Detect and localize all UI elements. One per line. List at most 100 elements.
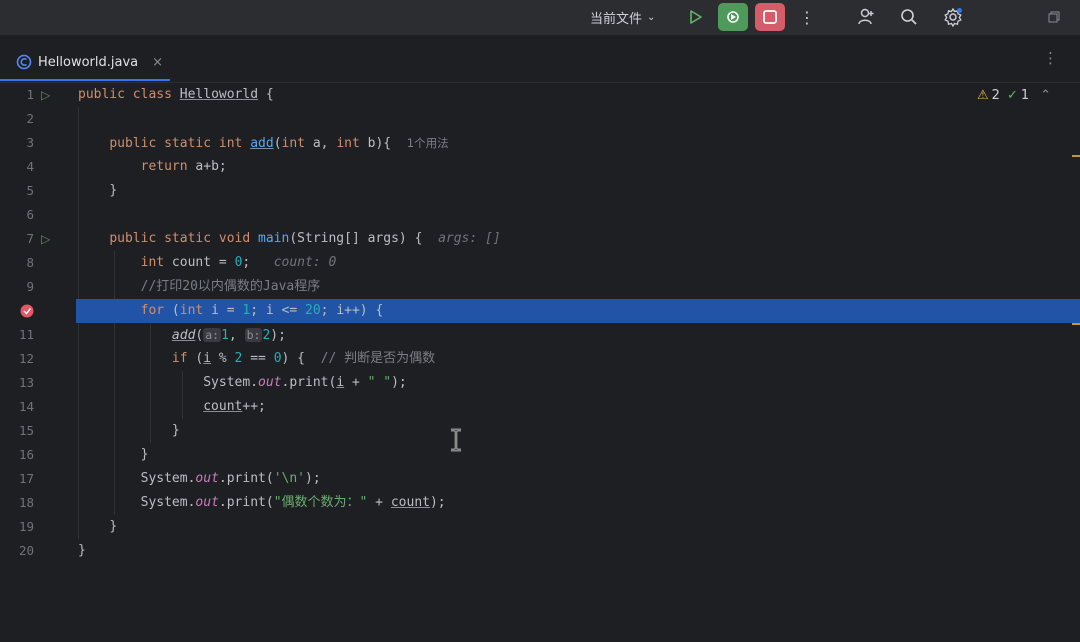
debug-icon [727, 11, 739, 23]
usages-hint[interactable]: 1个用法 [407, 136, 449, 150]
line-number: 12 [18, 351, 34, 366]
settings-icon [944, 7, 962, 27]
tabs-menu-icon[interactable]: ⋮ [1043, 49, 1058, 67]
code-token: i [336, 375, 345, 390]
code-token: ) { [281, 351, 305, 366]
code-token: public [78, 87, 125, 102]
code-line: 8 int count = 0; count: 0 [0, 251, 1080, 275]
code-token: System. [140, 471, 196, 486]
code-line: 1 ▷ public class Helloworld { [0, 83, 1080, 107]
code-line: 3 public static int add(int a, int b){ 1… [0, 131, 1080, 155]
code-token: int [179, 303, 204, 318]
code-token: System. [140, 495, 196, 510]
code-token: return [140, 159, 188, 174]
line-number: 9 [26, 279, 34, 294]
parameter-hint: a: [203, 328, 222, 342]
line-number: 16 [18, 447, 34, 462]
close-icon[interactable]: × [152, 55, 163, 70]
code-token: } [140, 447, 149, 462]
code-token: count [203, 399, 243, 414]
code-line: 10 for (int i = 1; i <= 20; i++) { [0, 299, 1080, 323]
code-line: 7 ▷ public static void main(String[] arg… [0, 227, 1080, 251]
code-token: int [140, 255, 165, 270]
code-token: count = [164, 255, 235, 270]
code-comment: //打印20以内偶数的Java程序 [140, 279, 321, 294]
run-config-selector[interactable]: 当前文件 ⌄ [590, 3, 668, 31]
code-token: class [132, 87, 172, 102]
line-number: 15 [18, 423, 34, 438]
code-token: == [242, 351, 274, 366]
code-token: ++; [242, 399, 266, 414]
breakpoint-icon[interactable] [19, 299, 35, 323]
code-token: " " [367, 375, 392, 390]
code-token: out [195, 495, 219, 510]
line-number: 6 [26, 207, 34, 222]
code-token: 20 [305, 303, 321, 318]
code-token: public static int [109, 136, 251, 151]
code-line: 19 } [0, 515, 1080, 539]
run-gutter-icon[interactable]: ▷ [41, 83, 50, 107]
code-token: } [109, 519, 118, 534]
code-line: 2 [0, 107, 1080, 131]
add-user-icon [858, 8, 874, 25]
chevron-down-icon: ⌄ [647, 11, 656, 23]
settings-button[interactable] [939, 3, 967, 31]
code-line: 13 System.out.print(i + " "); [0, 371, 1080, 395]
code-with-me-button[interactable] [852, 3, 880, 31]
code-token: b){ [359, 136, 392, 151]
line-number: 1 [26, 87, 34, 102]
line-number: 11 [18, 327, 34, 342]
search-icon [901, 9, 917, 25]
code-token: ); [305, 471, 321, 486]
code-token: ; [242, 255, 251, 270]
code-token: + [367, 495, 391, 510]
code-token: out [195, 471, 219, 486]
line-number: 3 [26, 135, 34, 150]
code-token: main [258, 231, 290, 246]
code-editor[interactable]: 1 ▷ public class Helloworld { 2 3 public… [0, 83, 1080, 642]
code-token: if [171, 351, 188, 366]
code-token: } [78, 543, 86, 558]
code-token: { [258, 87, 274, 102]
code-token: .print( [218, 495, 274, 510]
active-tab-indicator [0, 79, 170, 81]
stop-button[interactable] [755, 3, 785, 31]
code-line: 15 } [0, 419, 1080, 443]
code-token: i = [203, 303, 243, 318]
restore-window-button[interactable] [1043, 3, 1065, 31]
line-number: 7 [26, 231, 34, 246]
line-number: 13 [18, 375, 34, 390]
code-token: ; i++) { [320, 303, 384, 318]
code-token: .print( [218, 471, 274, 486]
code-token: } [109, 183, 118, 198]
run-gutter-icon[interactable]: ▷ [41, 227, 50, 251]
line-number: 17 [18, 471, 34, 486]
tab-helloworld-java[interactable]: Helloworld.java × [0, 43, 170, 81]
code-token: .print( [281, 375, 337, 390]
text-cursor-icon [451, 428, 461, 452]
code-token: '\n' [273, 471, 306, 486]
tab-label: Helloworld.java [38, 54, 139, 70]
code-token: "偶数个数为：" [273, 495, 368, 510]
code-token: int [336, 136, 360, 151]
code-token: ( [187, 351, 204, 366]
code-token: , [228, 328, 245, 343]
code-token: a+b; [187, 159, 227, 174]
code-token: ( [273, 136, 282, 151]
line-number: 5 [26, 183, 34, 198]
more-options-button[interactable]: ⋮ [795, 3, 819, 31]
debug-inline-value: args: [] [438, 231, 501, 246]
line-number: 2 [26, 111, 34, 126]
run-button[interactable] [683, 3, 709, 31]
line-number: 20 [18, 543, 34, 558]
code-token: add [250, 136, 274, 151]
code-token: add [171, 328, 196, 343]
code-token: 0 [273, 351, 282, 366]
code-comment: // 判断是否为偶数 [320, 351, 436, 366]
parameter-hint: b: [244, 328, 263, 342]
code-token: i [203, 351, 212, 366]
code-line: 20 } [0, 539, 1080, 563]
code-token: ( [164, 303, 180, 318]
debug-button[interactable] [718, 3, 748, 31]
search-everywhere-button[interactable] [895, 3, 923, 31]
